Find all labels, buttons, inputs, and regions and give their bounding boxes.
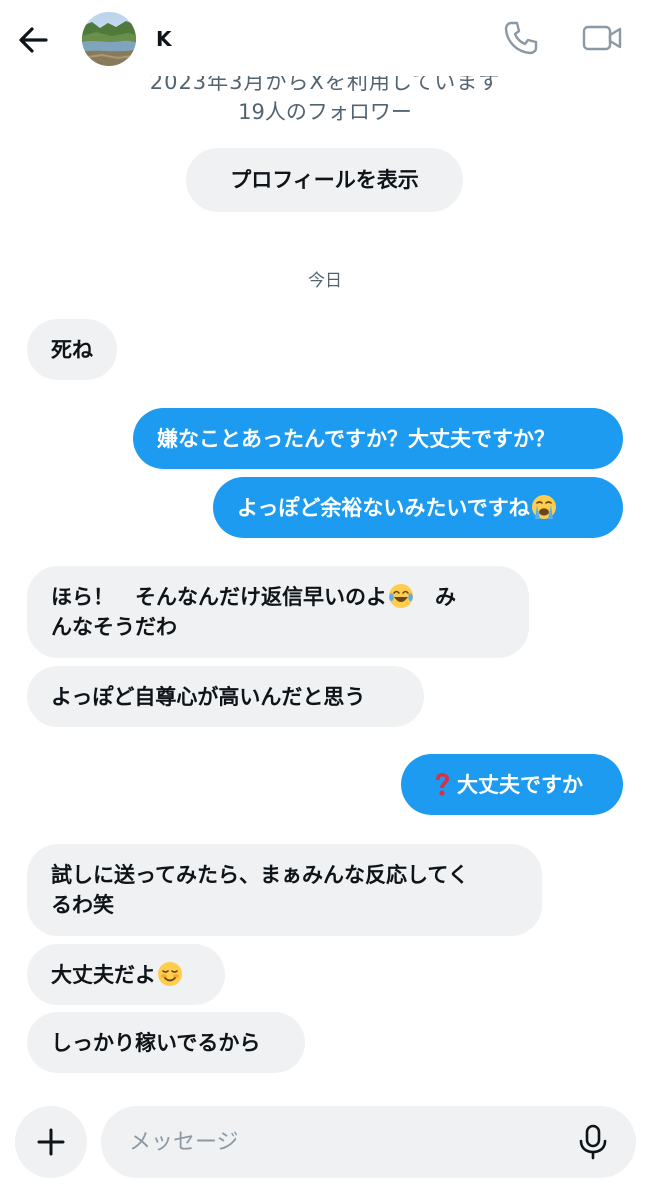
loudly-crying-face-icon bbox=[531, 494, 557, 520]
outgoing-message[interactable]: 大丈夫ですか bbox=[401, 754, 623, 815]
incoming-message[interactable]: しっかり稼いでるから bbox=[27, 1012, 305, 1073]
outgoing-message[interactable]: 嫌なことあったんですか？大丈夫ですか？ bbox=[133, 408, 623, 469]
message-text: しっかり稼いでるから bbox=[51, 1031, 261, 1055]
red-question-mark-icon bbox=[429, 771, 455, 797]
phone-icon[interactable] bbox=[500, 18, 540, 58]
message-text: 嫌なことあったんですか？大丈夫ですか？ bbox=[157, 427, 555, 451]
incoming-message[interactable]: 死ね bbox=[27, 319, 117, 380]
message-text: よっぽど自尊心が高いんだと思う bbox=[51, 685, 366, 709]
avatar[interactable] bbox=[82, 12, 136, 66]
date-divider: 今日 bbox=[308, 271, 342, 291]
message-text: よっぽど余裕ないみたいですね bbox=[237, 496, 530, 520]
message-text: んなそうだわ bbox=[51, 615, 177, 639]
microphone-icon[interactable] bbox=[571, 1120, 615, 1164]
incoming-message[interactable]: 試しに送ってみたら、まぁみんな反応してく るわ笑 bbox=[27, 844, 542, 936]
message-text: るわ笑 bbox=[51, 893, 114, 917]
chat-header: K bbox=[0, 0, 650, 76]
video-camera-icon[interactable] bbox=[578, 18, 626, 58]
message-text: 大丈夫ですか bbox=[457, 773, 583, 797]
face-with-tears-of-joy-icon bbox=[388, 583, 414, 609]
message-composer bbox=[0, 1092, 650, 1199]
view-profile-button[interactable]: プロフィールを表示 bbox=[186, 148, 463, 212]
incoming-message[interactable]: ほら！ そんなんだけ返信早いのよ み んなそうだわ bbox=[27, 566, 529, 658]
message-text: ほら！ そんなんだけ返信早いのよ bbox=[51, 585, 387, 609]
back-arrow-icon[interactable] bbox=[14, 20, 54, 60]
outgoing-message[interactable]: よっぽど余裕ないみたいですね bbox=[213, 477, 623, 538]
message-text: 試しに送ってみたら、まぁみんな反応してく bbox=[51, 863, 469, 887]
message-input-container[interactable] bbox=[101, 1106, 636, 1178]
message-input[interactable] bbox=[129, 1106, 549, 1178]
message-text: み bbox=[414, 585, 456, 609]
contact-name[interactable]: K bbox=[156, 27, 172, 51]
incoming-message[interactable]: 大丈夫だよ bbox=[27, 944, 225, 1005]
add-media-button[interactable] bbox=[15, 1106, 87, 1178]
followers-count: 19人のフォロワー bbox=[238, 100, 412, 124]
plus-icon bbox=[37, 1128, 65, 1156]
message-text: 死ね bbox=[51, 338, 93, 362]
incoming-message[interactable]: よっぽど自尊心が高いんだと思う bbox=[27, 666, 424, 727]
smiling-face-icon bbox=[157, 961, 183, 987]
message-text: 大丈夫だよ bbox=[51, 963, 156, 987]
